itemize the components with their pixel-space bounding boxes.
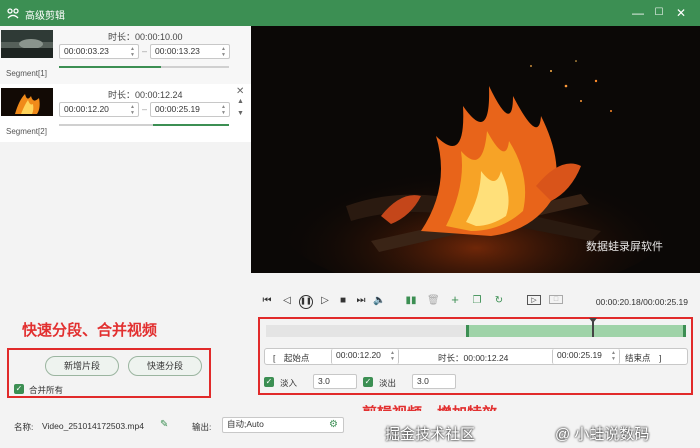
time-readout: 00:00:20.18/00:00:25.19 (595, 297, 688, 307)
set-start-button[interactable]: [ 起始点 (273, 352, 309, 364)
video-watermark: 数据蛙录屏软件 (586, 241, 663, 253)
delete-segment-icon[interactable]: ✕ (236, 86, 244, 97)
end-time-field[interactable]: 00:00:25.19 ▲ ▼ (552, 349, 620, 364)
edit-name-icon[interactable]: ✎ (160, 419, 168, 430)
annotation-left: 快速分段、合并视频 (22, 322, 158, 339)
reset-icon[interactable]: ↻ (493, 295, 505, 306)
stepper-icon[interactable]: ▲ ▼ (130, 46, 136, 58)
file-name: Video_251014172503.mp4 (42, 421, 144, 431)
mark-out-icon[interactable]: □ (549, 295, 563, 304)
app-logo-icon (7, 8, 19, 19)
segment-item-1[interactable]: Segment[1] 时长：00:00:10.00 00:00:03.23 ▲ ▼… (0, 26, 251, 84)
footer-bar: 名称: Video_251014172503.mp4 ✎ 输出: 自动;Auto… (0, 411, 700, 448)
trim-selection[interactable] (466, 325, 686, 337)
skip-start-icon[interactable]: ⏮ (261, 295, 273, 306)
fade-out-checkbox[interactable]: ✓ (363, 377, 373, 387)
window-title: 高级剪辑 (25, 11, 65, 22)
segment-panel: Segment[1] 时长：00:00:10.00 00:00:03.23 ▲ ▼… (0, 26, 251, 411)
segment-end-time[interactable]: 00:00:13.23 ▲ ▼ (150, 44, 230, 59)
stop-icon[interactable]: ■ (337, 295, 349, 306)
fade-in-label: 淡入 (280, 378, 298, 388)
volume-icon[interactable]: 🔈 (373, 295, 385, 306)
segment-list: Segment[1] 时长：00:00:10.00 00:00:03.23 ▲ ▼… (0, 26, 251, 142)
segment-start-value: 00:00:03.23 (64, 46, 109, 56)
stepper-icon[interactable]: ▲ ▼ (611, 350, 617, 362)
player-controls: ⏮ ◁ ❚❚ ▷ ■ ⏭ 🔈 ▮▮ 🗑 + ❐ ↻ ▷ □ 00:00:20.1… (251, 292, 700, 312)
playhead-marker-icon (589, 318, 597, 323)
add-icon[interactable]: + (449, 292, 461, 307)
merge-all-checkbox[interactable]: ✓ (14, 384, 24, 394)
set-end-button[interactable]: 结束点 ] (625, 352, 661, 364)
gear-icon[interactable]: ⚙ (329, 418, 338, 431)
stepper-icon[interactable]: ▲ ▼ (130, 104, 136, 116)
segment-label: Segment[2] (6, 127, 47, 136)
split-icon[interactable]: ▮▮ (405, 295, 417, 306)
step-back-icon[interactable]: ◁ (281, 295, 293, 306)
end-time-value: 00:00:25.19 (557, 350, 602, 360)
pause-icon[interactable]: ❚❚ (299, 295, 313, 309)
fade-in-value: 3.0 (318, 376, 330, 386)
minimize-button[interactable]: — (630, 5, 646, 21)
overlay-watermark-right: @ 小蛙说数码 (555, 426, 650, 443)
segment-end-value: 00:00:25.19 (155, 104, 200, 114)
move-up-icon[interactable]: ▲ (237, 98, 244, 105)
trim-timeline[interactable] (266, 318, 686, 337)
fade-in-field[interactable]: 3.0 (313, 374, 357, 389)
merge-all-label: 合并所有 (29, 385, 64, 395)
overlay-watermark-left: 掘金技术社区 (385, 426, 476, 443)
output-select[interactable]: 自动;Auto ⚙ (222, 417, 344, 433)
split-merge-group: 新增片段 快速分段 ✓ 合并所有 (7, 348, 211, 398)
delete-icon[interactable]: 🗑 (427, 295, 440, 306)
segment-label: Segment[1] (6, 69, 47, 78)
add-segment-button[interactable]: 新增片段 (45, 356, 119, 376)
fade-in-checkbox[interactable]: ✓ (264, 377, 274, 387)
segment-start-value: 00:00:12.20 (64, 104, 109, 114)
fade-out-value: 3.0 (417, 376, 429, 386)
segment-range-bar (59, 124, 229, 126)
trim-duration: 时长：00:00:12.24 (438, 353, 509, 363)
step-forward-icon[interactable]: ▷ (319, 295, 331, 306)
move-down-icon[interactable]: ▼ (237, 110, 244, 117)
name-label: 名称: (14, 422, 34, 432)
range-dash: – (142, 104, 148, 114)
segment-range-bar (59, 66, 229, 68)
video-preview[interactable] (251, 26, 700, 273)
stepper-icon[interactable]: ▲ ▼ (221, 46, 227, 58)
range-dash: – (142, 46, 148, 56)
mark-in-icon[interactable]: ▷ (527, 295, 541, 305)
segment-start-time[interactable]: 00:00:03.23 ▲ ▼ (59, 44, 139, 59)
segment-item-2[interactable]: Segment[2] 时长：00:00:12.24 00:00:12.20 ▲ ▼… (0, 84, 251, 142)
campfire-frame (251, 26, 700, 273)
title-bar: 高级剪辑 — ☐ ✕ (0, 0, 700, 26)
start-time-value: 00:00:12.20 (336, 350, 381, 360)
segment-duration: 时长：00:00:10.00 (108, 32, 183, 42)
close-button[interactable]: ✕ (673, 5, 689, 21)
segment-end-value: 00:00:13.23 (155, 46, 200, 56)
start-time-field[interactable]: 00:00:12.20 ▲ ▼ (331, 349, 399, 364)
quick-split-button[interactable]: 快速分段 (128, 356, 202, 376)
maximize-button[interactable]: ☐ (651, 5, 667, 21)
segment-thumbnail (1, 30, 53, 58)
output-label: 输出: (192, 422, 212, 432)
copy-icon[interactable]: ❐ (471, 295, 483, 306)
segment-thumbnail (1, 88, 53, 116)
stepper-icon[interactable]: ▲ ▼ (390, 350, 396, 362)
skip-end-icon[interactable]: ⏭ (355, 295, 367, 306)
segment-start-time[interactable]: 00:00:12.20 ▲ ▼ (59, 102, 139, 117)
fade-out-label: 淡出 (379, 378, 397, 388)
stepper-icon[interactable]: ▲ ▼ (221, 104, 227, 116)
fade-out-field[interactable]: 3.0 (412, 374, 456, 389)
segment-duration: 时长：00:00:12.24 (108, 90, 183, 100)
output-value: 自动;Auto (227, 419, 264, 429)
segment-end-time[interactable]: 00:00:25.19 ▲ ▼ (150, 102, 230, 117)
trim-row: [ 起始点 00:00:12.20 ▲ ▼ 时长：00:00:12.24 00:0… (264, 348, 688, 365)
